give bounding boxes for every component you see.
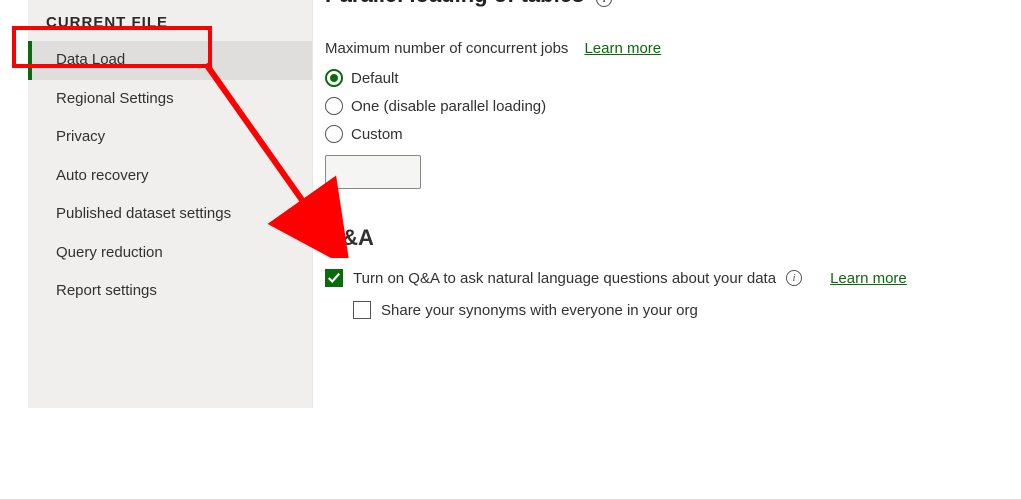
info-icon[interactable]: i (786, 270, 802, 286)
sidebar-item-auto-recovery[interactable]: Auto recovery (28, 157, 312, 196)
sidebar-item-data-load[interactable]: Data Load (28, 41, 312, 80)
sidebar-item-label: Auto recovery (56, 167, 149, 184)
sidebar-item-published-dataset-settings[interactable]: Published dataset settings (28, 195, 312, 234)
section-title-text: Parallel loading of tables (325, 0, 584, 7)
sidebar-item-regional-settings[interactable]: Regional Settings (28, 80, 312, 119)
sidebar: CURRENT FILE Data Load Regional Settings… (28, 0, 313, 408)
check-icon (327, 271, 341, 285)
sidebar-item-report-settings[interactable]: Report settings (28, 272, 312, 311)
main-content: Parallel loading of tables i Maximum num… (313, 0, 1021, 499)
radio-label-custom: Custom (351, 126, 403, 143)
label-turn-on-qna: Turn on Q&A to ask natural language ques… (353, 270, 776, 287)
radio-group-parallel: Default One (disable parallel loading) C… (325, 69, 1003, 189)
sidebar-item-label: Regional Settings (56, 90, 174, 107)
info-icon[interactable]: i (596, 0, 612, 7)
checkbox-share-synonyms[interactable] (353, 301, 371, 319)
radio-custom[interactable] (325, 125, 343, 143)
sidebar-item-label: Data Load (56, 51, 125, 68)
label-max-concurrent-jobs: Maximum number of concurrent jobs (325, 40, 568, 57)
sidebar-item-privacy[interactable]: Privacy (28, 118, 312, 157)
radio-default[interactable] (325, 69, 343, 87)
sidebar-item-query-reduction[interactable]: Query reduction (28, 234, 312, 273)
input-custom-jobs[interactable] (325, 155, 421, 189)
sidebar-item-label: Privacy (56, 128, 105, 145)
sidebar-item-label: Published dataset settings (56, 205, 231, 222)
link-learn-more-qna[interactable]: Learn more (830, 270, 907, 287)
link-learn-more-parallel[interactable]: Learn more (584, 40, 661, 57)
label-share-synonyms: Share your synonyms with everyone in you… (381, 302, 698, 319)
sidebar-header-current-file: CURRENT FILE (28, 0, 312, 41)
section-title-parallel-loading: Parallel loading of tables i (325, 0, 612, 8)
section-title-qna: Q&A (325, 225, 1003, 251)
sidebar-item-label: Report settings (56, 282, 157, 299)
radio-one[interactable] (325, 97, 343, 115)
radio-label-default: Default (351, 70, 399, 87)
checkbox-turn-on-qna[interactable] (325, 269, 343, 287)
radio-label-one: One (disable parallel loading) (351, 98, 546, 115)
sidebar-item-label: Query reduction (56, 244, 163, 261)
